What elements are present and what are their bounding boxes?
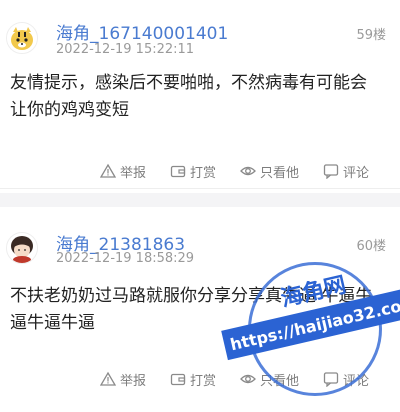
warning-triangle-icon xyxy=(100,371,116,387)
floor-number: 59楼 xyxy=(356,28,386,43)
report-label: 举报 xyxy=(120,165,147,181)
tiger-avatar-icon xyxy=(7,23,37,53)
floor-number: 60楼 xyxy=(356,239,386,254)
comment-icon xyxy=(323,163,339,179)
post-timestamp: 2022-12-19 15:22:11 xyxy=(56,42,195,57)
girl-avatar-icon xyxy=(7,233,37,263)
avatar[interactable] xyxy=(6,232,38,264)
post-separator xyxy=(0,193,400,207)
comment-label: 评论 xyxy=(343,373,370,389)
tip-button[interactable]: 打赏 xyxy=(170,162,216,181)
eye-icon xyxy=(240,163,256,179)
comment-button[interactable]: 评论 xyxy=(323,370,369,389)
wallet-icon xyxy=(170,163,186,179)
only-this-button[interactable]: 只看他 xyxy=(240,370,299,389)
report-button[interactable]: 举报 xyxy=(100,370,146,389)
tip-label: 打赏 xyxy=(190,373,217,389)
report-button[interactable]: 举报 xyxy=(100,162,146,181)
post-content: 不扶老奶奶过马路就服你分享分享真牛逼 牛逼牛逼牛逼牛逼 xyxy=(10,286,373,333)
tip-label: 打赏 xyxy=(190,165,217,181)
post-content: 友情提示，感染后不要啪啪，不然病毒有可能会让你的鸡鸡变短 xyxy=(10,73,367,120)
comment-icon xyxy=(323,371,339,387)
comment-label: 评论 xyxy=(343,165,370,181)
post-actions: 举报 打赏 只看他 评论 xyxy=(100,159,390,183)
post-actions: 举报 打赏 只看他 评论 xyxy=(100,367,390,391)
reply-post: 海角_167140001401 2022-12-19 15:22:11 59楼 … xyxy=(0,0,400,193)
only-this-label: 只看他 xyxy=(260,165,300,181)
warning-triangle-icon xyxy=(100,163,116,179)
eye-icon xyxy=(240,371,256,387)
divider xyxy=(0,188,400,189)
avatar[interactable] xyxy=(6,22,38,54)
only-this-button[interactable]: 只看他 xyxy=(240,162,299,181)
only-this-label: 只看他 xyxy=(260,373,300,389)
post-timestamp: 2022-12-19 18:58:29 xyxy=(56,251,195,266)
tip-button[interactable]: 打赏 xyxy=(170,370,216,389)
comment-button[interactable]: 评论 xyxy=(323,162,369,181)
report-label: 举报 xyxy=(120,373,147,389)
wallet-icon xyxy=(170,371,186,387)
reply-post: 海角_21381863 2022-12-19 18:58:29 60楼 不扶老奶… xyxy=(0,207,400,400)
username[interactable]: 海角_167140001401 xyxy=(56,19,228,44)
